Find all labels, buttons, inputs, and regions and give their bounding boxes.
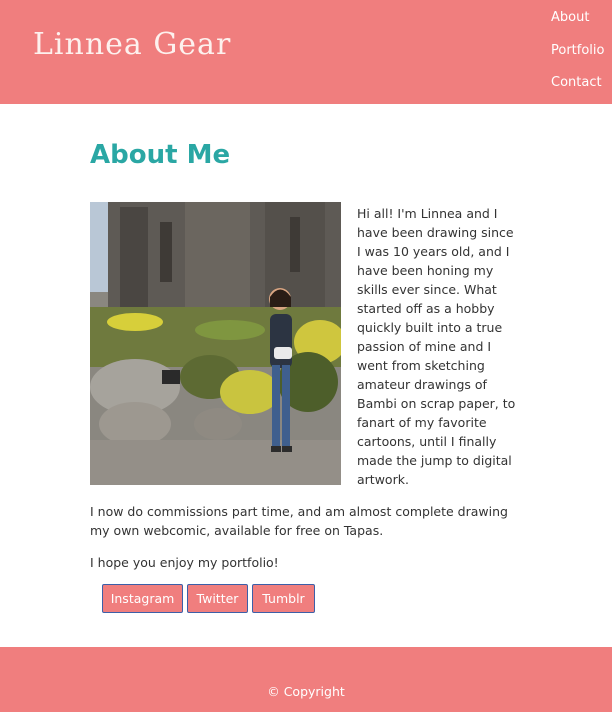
copyright-text: © Copyright <box>267 684 345 699</box>
closing-paragraph: I hope you enjoy my portfolio! <box>90 555 279 570</box>
site-footer: © Copyright <box>0 647 612 712</box>
instagram-button[interactable]: Instagram <box>102 584 183 613</box>
tumblr-button[interactable]: Tumblr <box>252 584 315 613</box>
site-logo[interactable]: Linnea Gear <box>33 27 231 62</box>
site-header: Linnea Gear About Portfolio Contact <box>0 0 612 104</box>
nav-link-about[interactable]: About <box>551 10 589 25</box>
nav-link-contact[interactable]: Contact <box>551 75 602 90</box>
page-title: About Me <box>90 140 231 170</box>
profile-photo <box>90 202 341 485</box>
nav-link-portfolio[interactable]: Portfolio <box>551 43 604 58</box>
intro-paragraph: Hi all! I'm Linnea and I have been drawi… <box>357 206 516 487</box>
commissions-paragraph: I now do commissions part time, and am a… <box>90 504 508 538</box>
twitter-button[interactable]: Twitter <box>187 584 248 613</box>
